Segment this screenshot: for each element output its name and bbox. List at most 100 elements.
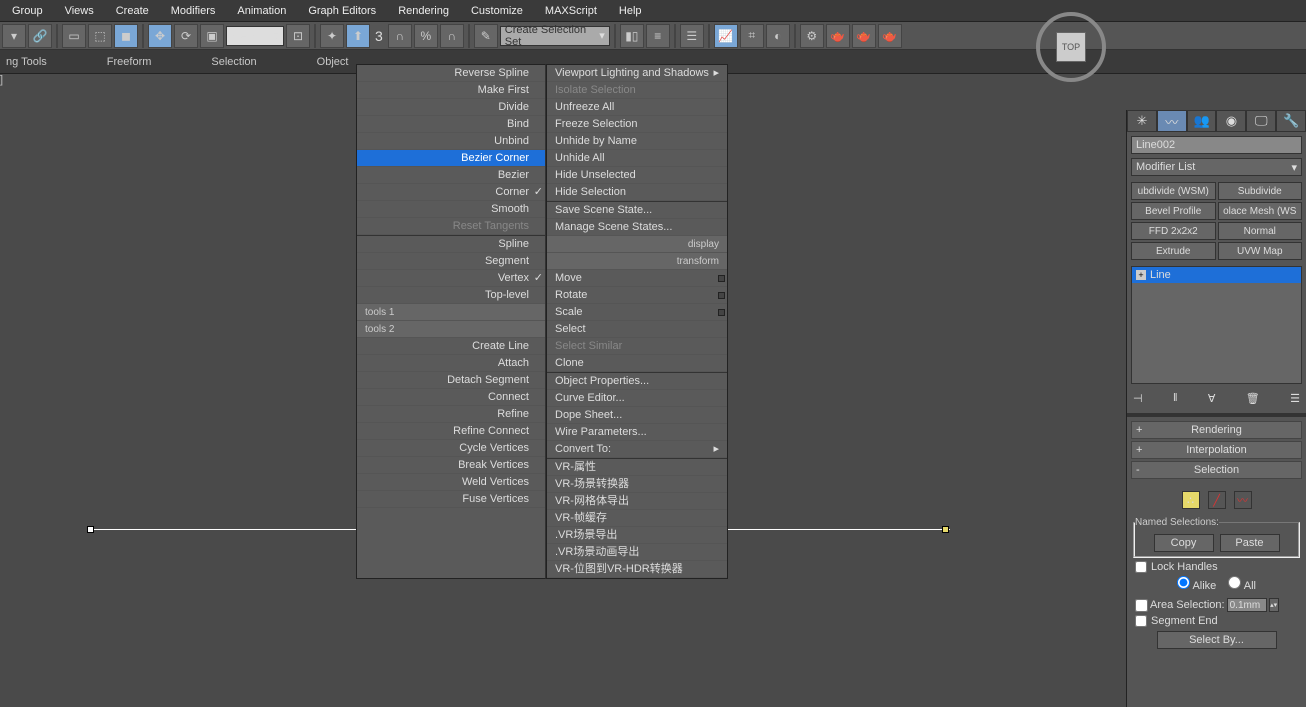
ctx-dope-sheet[interactable]: Dope Sheet...: [547, 407, 727, 424]
tab-modify-icon[interactable]: 〰: [1157, 110, 1187, 132]
mod-uvw-map[interactable]: UVW Map: [1218, 242, 1303, 260]
mod-bevel-profile[interactable]: Bevel Profile: [1131, 202, 1216, 220]
mod-normal[interactable]: Normal: [1218, 222, 1303, 240]
ctx-vr-framebuffer[interactable]: VR-帧缓存: [547, 510, 727, 527]
ribbon-modeling-tools[interactable]: ng Tools: [6, 56, 47, 68]
percent-snap-icon[interactable]: %: [414, 24, 438, 48]
ctx-vr-scene-anim-export[interactable]: .VR场景动画导出: [547, 544, 727, 561]
ctx-bind[interactable]: Bind: [357, 116, 545, 133]
pivot-icon[interactable]: ⊡: [286, 24, 310, 48]
area-selection-check[interactable]: [1135, 599, 1148, 612]
menu-group[interactable]: Group: [12, 5, 43, 17]
tab-hierarchy-icon[interactable]: 👥: [1187, 110, 1217, 132]
ctx-vr-mesh-export[interactable]: VR-网格体导出: [547, 493, 727, 510]
edit-named-sel-icon[interactable]: ✎: [474, 24, 498, 48]
stack-item-line[interactable]: + Line: [1132, 267, 1301, 283]
remove-modifier-icon[interactable]: 🗑: [1246, 392, 1260, 405]
menu-customize[interactable]: Customize: [471, 5, 523, 17]
ribbon-selection[interactable]: Selection: [211, 56, 256, 68]
mod-ffd-2x2x2[interactable]: FFD 2x2x2: [1131, 222, 1216, 240]
ctx-vr-scene-converter[interactable]: VR-场景转换器: [547, 476, 727, 493]
move-icon[interactable]: ✥: [148, 24, 172, 48]
ctx-divide[interactable]: Divide: [357, 99, 545, 116]
ctx-object-properties[interactable]: Object Properties...: [547, 373, 727, 390]
tab-motion-icon[interactable]: ◉: [1216, 110, 1246, 132]
menu-rendering[interactable]: Rendering: [398, 5, 449, 17]
ctx-vr-scene-export[interactable]: .VR场景导出: [547, 527, 727, 544]
ribbon-freeform[interactable]: Freeform: [107, 56, 152, 68]
ctx-unhide-by-name[interactable]: Unhide by Name: [547, 133, 727, 150]
layers-icon[interactable]: ☰: [680, 24, 704, 48]
tab-display-icon[interactable]: 🖵: [1246, 110, 1276, 132]
material-editor-icon[interactable]: ◐: [766, 24, 790, 48]
stack-expand-icon[interactable]: +: [1136, 270, 1146, 280]
render-frame-icon[interactable]: 🫖: [826, 24, 850, 48]
ctx-save-scene-state[interactable]: Save Scene State...: [547, 202, 727, 219]
curve-editor-icon[interactable]: 📈: [714, 24, 738, 48]
ctx-freeze-selection[interactable]: Freeze Selection: [547, 116, 727, 133]
paste-button[interactable]: Paste: [1220, 534, 1280, 552]
ctx-rotate[interactable]: Rotate: [547, 287, 727, 304]
menu-help[interactable]: Help: [619, 5, 642, 17]
ctx-convert-to[interactable]: Convert To:▸: [547, 441, 727, 458]
lock-handles-check[interactable]: [1135, 561, 1147, 573]
ctx-clone[interactable]: Clone: [547, 355, 727, 372]
menu-views[interactable]: Views: [65, 5, 94, 17]
ctx-vr-bitmap-hdr[interactable]: VR-位图到VR-HDR转换器: [547, 561, 727, 578]
modifier-list-combo[interactable]: Modifier List▾: [1131, 158, 1302, 176]
ctx-refine[interactable]: Refine: [357, 406, 545, 423]
object-name-field[interactable]: Line002: [1131, 136, 1302, 154]
subobj-vertex-icon[interactable]: ∴: [1182, 491, 1200, 509]
ctx-weld-vertices[interactable]: Weld Vertices: [357, 474, 545, 491]
viewcube[interactable]: TOP: [1036, 12, 1106, 82]
named-selection-combo[interactable]: Create Selection Set▾: [500, 26, 610, 46]
select-by-button[interactable]: Select By...: [1157, 631, 1277, 649]
subobj-spline-icon[interactable]: 〰: [1234, 491, 1252, 509]
mod-subdivide[interactable]: Subdivide: [1218, 182, 1303, 200]
undo-dropdown-icon[interactable]: ▾: [2, 24, 26, 48]
manipulate-icon[interactable]: ✦: [320, 24, 344, 48]
ctx-vertex[interactable]: Vertex ✓: [357, 270, 545, 287]
ctx-corner[interactable]: Corner ✓: [357, 184, 545, 201]
menu-animation[interactable]: Animation: [237, 5, 286, 17]
ctx-detach-segment[interactable]: Detach Segment: [357, 372, 545, 389]
ctx-wire-parameters[interactable]: Wire Parameters...: [547, 424, 727, 441]
menu-modifiers[interactable]: Modifiers: [171, 5, 216, 17]
ctx-unhide-all[interactable]: Unhide All: [547, 150, 727, 167]
link-icon[interactable]: 🔗: [28, 24, 52, 48]
alike-radio[interactable]: Alike: [1177, 576, 1216, 592]
select-window-icon[interactable]: ◼: [114, 24, 138, 48]
pin-stack-icon[interactable]: ⊣: [1133, 392, 1143, 405]
scale-icon[interactable]: ▣: [200, 24, 224, 48]
spinner-snap-icon[interactable]: ∩: [440, 24, 464, 48]
area-selection-value[interactable]: 0.1mm: [1227, 598, 1267, 612]
all-radio[interactable]: All: [1228, 576, 1256, 592]
rotate-icon[interactable]: ⟳: [174, 24, 198, 48]
mod-extrude[interactable]: Extrude: [1131, 242, 1216, 260]
spline-vertex-1[interactable]: [87, 526, 94, 533]
spline-vertex-2[interactable]: [942, 526, 949, 533]
ctx-segment[interactable]: Segment: [357, 253, 545, 270]
mod-subdivide-wsm[interactable]: ubdivide (WSM): [1131, 182, 1216, 200]
viewport-label[interactable]: ]: [0, 74, 12, 86]
ctx-manage-scene-states[interactable]: Manage Scene States...: [547, 219, 727, 236]
ctx-attach[interactable]: Attach: [357, 355, 545, 372]
ribbon-object[interactable]: Object: [317, 56, 349, 68]
area-selection-spinner[interactable]: ▴▾: [1269, 598, 1279, 612]
tab-utilities-icon[interactable]: 🔧: [1276, 110, 1306, 132]
segment-end-check[interactable]: [1135, 615, 1147, 627]
show-end-result-icon[interactable]: ‖: [1173, 392, 1178, 405]
angle-snap-icon[interactable]: ∩: [388, 24, 412, 48]
render-iter-icon[interactable]: 🫖: [878, 24, 902, 48]
ctx-scale[interactable]: Scale: [547, 304, 727, 321]
ctx-curve-editor[interactable]: Curve Editor...: [547, 390, 727, 407]
rollout-rendering[interactable]: +Rendering: [1131, 421, 1302, 439]
tab-create-icon[interactable]: ✳: [1127, 110, 1157, 132]
ctx-select[interactable]: Select: [547, 321, 727, 338]
ctx-break-vertices[interactable]: Break Vertices: [357, 457, 545, 474]
ctx-reverse-spline[interactable]: Reverse Spline: [357, 65, 545, 82]
menu-maxscript[interactable]: MAXScript: [545, 5, 597, 17]
ctx-vr-props[interactable]: VR-属性: [547, 459, 727, 476]
ctx-create-line[interactable]: Create Line: [357, 338, 545, 355]
keyboard-shortcut-icon[interactable]: ⬆: [346, 24, 370, 48]
